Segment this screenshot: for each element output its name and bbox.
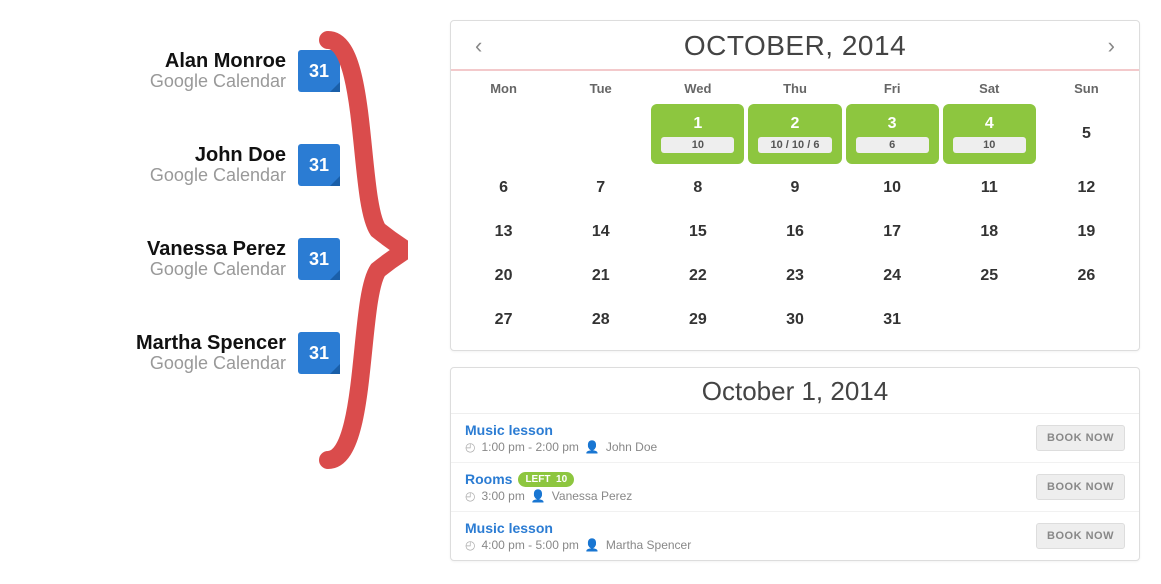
calendar-cell-empty xyxy=(457,104,550,164)
calendar-cell[interactable]: 1 10 xyxy=(651,104,744,164)
dow-label: Tue xyxy=(552,77,649,100)
calendar-cell[interactable]: 4 10 xyxy=(943,104,1036,164)
availability-badge: 10 / 10 / 6 xyxy=(758,137,831,153)
person-calendar-source: Google Calendar xyxy=(147,259,286,280)
person-row: John Doe Google Calendar xyxy=(0,144,360,186)
calendar-cell[interactable]: 10 xyxy=(846,168,939,208)
book-now-button[interactable]: BOOK NOW xyxy=(1036,425,1125,451)
calendar-cell[interactable]: 14 xyxy=(554,212,647,252)
dow-label: Thu xyxy=(746,77,843,100)
book-now-button[interactable]: BOOK NOW xyxy=(1036,523,1125,549)
calendar-cell[interactable]: 27 xyxy=(457,300,550,340)
dow-label: Wed xyxy=(649,77,746,100)
calendar-cell[interactable]: 26 xyxy=(1040,256,1133,296)
calendar-cell[interactable]: 18 xyxy=(943,212,1036,252)
calendar-cell-empty xyxy=(554,104,647,164)
calendar-cell[interactable]: 31 xyxy=(846,300,939,340)
person-calendar-source: Google Calendar xyxy=(150,165,286,186)
dow-label: Mon xyxy=(455,77,552,100)
availability-badge: 6 xyxy=(856,137,929,153)
clock-icon: ◴ xyxy=(465,489,475,503)
calendar-cell[interactable]: 24 xyxy=(846,256,939,296)
calendar-cell[interactable]: 6 xyxy=(457,168,550,208)
calendar-cell[interactable]: 20 xyxy=(457,256,550,296)
calendar-cell[interactable]: 16 xyxy=(748,212,841,252)
calendar-panel: ‹ OCTOBER, 2014 › MonTueWedThuFriSatSun … xyxy=(450,20,1140,351)
event-time: 4:00 pm - 5:00 pm xyxy=(481,538,578,552)
calendar-title: OCTOBER, 2014 xyxy=(684,30,906,62)
dow-label: Sun xyxy=(1038,77,1135,100)
calendar-cell[interactable]: 19 xyxy=(1040,212,1133,252)
clock-icon: ◴ xyxy=(465,440,475,454)
calendar-cell[interactable]: 17 xyxy=(846,212,939,252)
event-title[interactable]: Music lesson xyxy=(465,422,553,438)
dow-label: Fri xyxy=(844,77,941,100)
person-icon: 👤 xyxy=(585,440,600,454)
calendar-cell[interactable]: 13 xyxy=(457,212,550,252)
calendar-grid: 1 102 10 / 10 / 63 64 105678910111213141… xyxy=(451,104,1139,350)
event-title[interactable]: Music lesson xyxy=(465,520,553,536)
calendar-cell[interactable]: 28 xyxy=(554,300,647,340)
event-person: Martha Spencer xyxy=(606,538,691,552)
event-row: Rooms LEFT 10 ◴ 3:00 pm 👤 Vanessa Perez … xyxy=(451,462,1139,511)
availability-badge: 10 xyxy=(953,137,1026,153)
person-calendar-source: Google Calendar xyxy=(136,353,286,374)
event-time: 3:00 pm xyxy=(481,489,524,503)
left-badge: LEFT 10 xyxy=(518,472,574,487)
event-person: John Doe xyxy=(606,440,657,454)
calendar-cell[interactable]: 9 xyxy=(748,168,841,208)
calendar-cell[interactable]: 30 xyxy=(748,300,841,340)
clock-icon: ◴ xyxy=(465,538,475,552)
day-number: 1 xyxy=(693,115,702,133)
calendar-cell[interactable]: 11 xyxy=(943,168,1036,208)
dow-label: Sat xyxy=(941,77,1038,100)
calendar-cell[interactable]: 12 xyxy=(1040,168,1133,208)
day-number: 3 xyxy=(888,115,897,133)
calendar-cell[interactable]: 29 xyxy=(651,300,744,340)
calendar-cell[interactable]: 2 10 / 10 / 6 xyxy=(748,104,841,164)
person-name: Alan Monroe xyxy=(150,50,286,73)
calendar-cell[interactable]: 22 xyxy=(651,256,744,296)
calendar-cell[interactable]: 15 xyxy=(651,212,744,252)
day-number: 4 xyxy=(985,115,994,133)
event-list: Music lesson ◴ 1:00 pm - 2:00 pm 👤 John … xyxy=(451,414,1139,560)
person-row: Alan Monroe Google Calendar xyxy=(0,50,360,92)
calendar-cell[interactable]: 5 xyxy=(1040,104,1133,164)
calendar-cell[interactable]: 3 6 xyxy=(846,104,939,164)
event-row: Music lesson ◴ 1:00 pm - 2:00 pm 👤 John … xyxy=(451,414,1139,462)
person-row: Vanessa Perez Google Calendar xyxy=(0,238,360,280)
brace-connector xyxy=(318,30,408,470)
event-title[interactable]: Rooms xyxy=(465,471,512,487)
calendar-cell[interactable]: 23 xyxy=(748,256,841,296)
person-name: Martha Spencer xyxy=(136,332,286,355)
next-month-button[interactable]: › xyxy=(1100,29,1123,63)
prev-month-button[interactable]: ‹ xyxy=(467,29,490,63)
person-icon: 👤 xyxy=(531,489,546,503)
calendar-cell[interactable]: 8 xyxy=(651,168,744,208)
book-now-button[interactable]: BOOK NOW xyxy=(1036,474,1125,500)
person-name: Vanessa Perez xyxy=(147,238,286,261)
calendar-cell[interactable]: 21 xyxy=(554,256,647,296)
person-calendar-source: Google Calendar xyxy=(150,71,286,92)
day-of-week-header: MonTueWedThuFriSatSun xyxy=(451,71,1139,104)
availability-badge: 10 xyxy=(661,137,734,153)
event-time: 1:00 pm - 2:00 pm xyxy=(481,440,578,454)
person-row: Martha Spencer Google Calendar xyxy=(0,332,360,374)
event-row: Music lesson ◴ 4:00 pm - 5:00 pm 👤 Marth… xyxy=(451,511,1139,560)
person-name: John Doe xyxy=(150,144,286,167)
calendar-cell[interactable]: 7 xyxy=(554,168,647,208)
people-list: Alan Monroe Google Calendar John Doe Goo… xyxy=(0,0,360,561)
details-title: October 1, 2014 xyxy=(451,368,1139,414)
calendar-cell[interactable]: 25 xyxy=(943,256,1036,296)
day-number: 2 xyxy=(791,115,800,133)
person-icon: 👤 xyxy=(585,538,600,552)
day-details-panel: October 1, 2014 Music lesson ◴ 1:00 pm -… xyxy=(450,367,1140,561)
event-person: Vanessa Perez xyxy=(552,489,633,503)
